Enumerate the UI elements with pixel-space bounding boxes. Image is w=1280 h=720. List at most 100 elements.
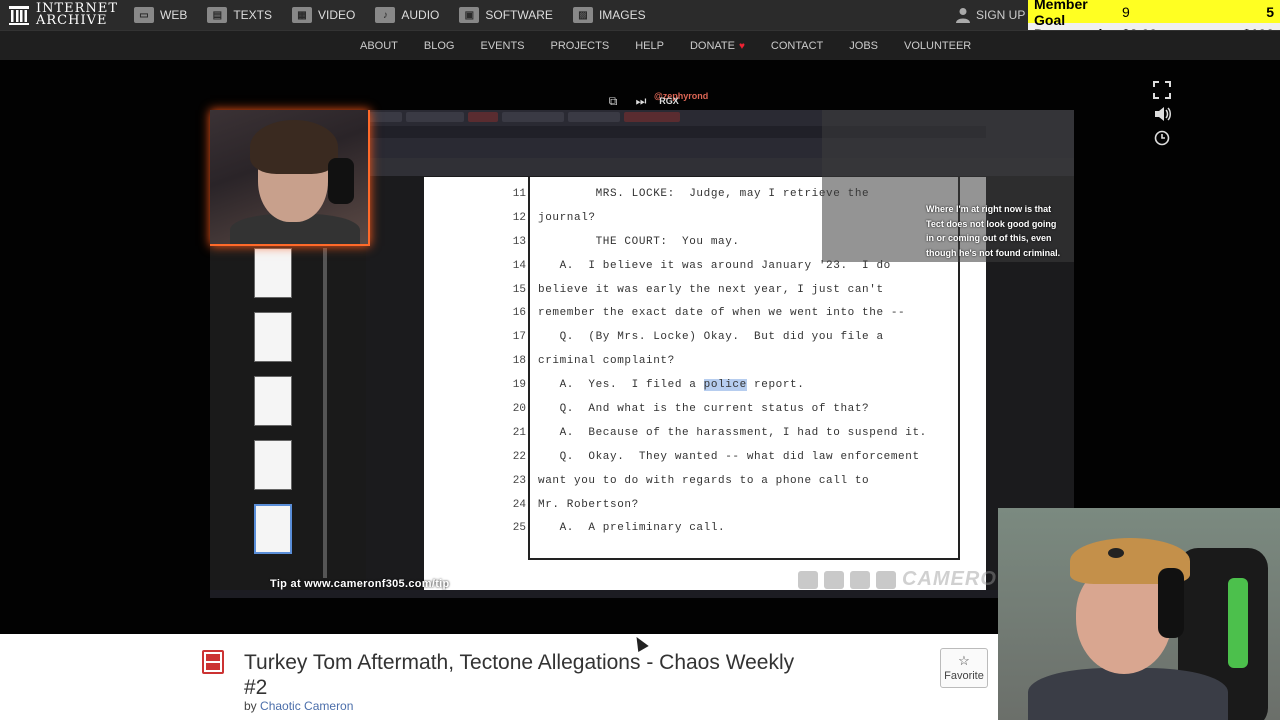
- subnav-jobs[interactable]: JOBS: [849, 40, 878, 52]
- tip-overlay-text: Tip at www.cameronf305.com/tip: [270, 578, 450, 590]
- software-icon: ▣: [459, 7, 480, 23]
- clock-icon[interactable]: [1152, 128, 1172, 148]
- nav-software-label: SOFTWARE: [485, 8, 553, 22]
- clock-glyph: [1154, 130, 1170, 146]
- pdf-thumbnail: [254, 312, 292, 362]
- line-number: 16: [512, 307, 526, 320]
- line-number: 19: [512, 379, 526, 392]
- desktop-taskbar: [210, 590, 998, 598]
- logo-text-line2: ARCHIVE: [36, 13, 108, 28]
- texts-icon: ▤: [207, 7, 228, 23]
- nav-software[interactable]: ▣ SOFTWARE: [459, 7, 553, 23]
- youtube-icon: [798, 570, 818, 589]
- browser-tabs: [366, 112, 684, 126]
- nav-video-label: VIDEO: [318, 8, 356, 22]
- line-number: 11: [512, 187, 526, 200]
- nav-web[interactable]: ▭ WEB: [134, 7, 187, 23]
- creator-link[interactable]: Chaotic Cameron: [260, 699, 353, 713]
- user-icon: [956, 8, 970, 23]
- thumbnail-scrollbar: [323, 248, 327, 578]
- star-icon: ☆: [958, 653, 970, 668]
- line-number: 18: [512, 355, 526, 368]
- line-text: Q. Okay. They wanted -- what did law enf…: [538, 450, 920, 463]
- transcript-line: 20 Q. And what is the current status of …: [498, 397, 978, 421]
- transcript-line: 16 remember the exact date of when we wen…: [498, 301, 978, 325]
- line-number: 23: [512, 474, 526, 487]
- subnav-blog[interactable]: BLOG: [424, 40, 455, 52]
- film-icon: [202, 650, 224, 674]
- line-text: believe it was early the next year, I ju…: [538, 283, 884, 296]
- subnav-volunteer[interactable]: VOLUNTEER: [904, 40, 971, 52]
- internet-archive-logo[interactable]: INTERNET ARCHIVE: [8, 2, 118, 28]
- nav-audio[interactable]: ♪ AUDIO: [375, 7, 439, 23]
- media-types-nav: ▭ WEB ▤ TEXTS ▦ VIDEO ♪ AUDIO ▣ SOFTWARE ▨ IMA…: [134, 7, 666, 23]
- signup-link[interactable]: SIGN UP: [956, 7, 1025, 23]
- member-goal-label: Member Goal: [1034, 0, 1088, 28]
- nav-images-label: IMAGES: [598, 8, 646, 22]
- transcript-line: 22 Q. Okay. They wanted -- what did law …: [498, 445, 978, 469]
- transcript-line: 18 criminal complaint?: [498, 349, 978, 373]
- subnav-events[interactable]: EVENTS: [480, 40, 524, 52]
- browser-tab: [624, 112, 680, 122]
- logo-text: INTERNET ARCHIVE: [36, 2, 118, 28]
- volume-glyph: [1155, 107, 1171, 121]
- nav-texts-label: TEXTS: [233, 8, 273, 22]
- volume-icon[interactable]: [1152, 104, 1172, 124]
- subnav-help[interactable]: HELP: [635, 40, 664, 52]
- player-side-controls: [1152, 80, 1172, 152]
- line-text: MRS. LOCKE: Judge, may I retrieve the: [538, 187, 870, 200]
- subnav-donate[interactable]: DONATE ♥: [690, 40, 745, 52]
- line-number: 24: [512, 498, 526, 511]
- transcript-line: 19 A. Yes. I filed a police report.: [498, 373, 978, 397]
- nav-texts[interactable]: ▤ TEXTS: [207, 7, 272, 23]
- line-text: remember the exact date of when we went …: [538, 307, 906, 320]
- fullscreen-icon[interactable]: [1152, 80, 1172, 100]
- x-icon: [850, 570, 870, 589]
- nav-web-label: WEB: [160, 8, 188, 22]
- headset-icon: [1158, 568, 1184, 638]
- images-icon: ▨: [572, 7, 593, 23]
- line-number: 12: [512, 211, 526, 224]
- nav-video[interactable]: ▦ VIDEO: [292, 7, 355, 23]
- skip-icon[interactable]: ⏭: [632, 94, 650, 108]
- fullscreen-glyph: [1153, 81, 1171, 99]
- subnav-contact[interactable]: CONTACT: [771, 40, 823, 52]
- chat-message: Where I'm at right now is that Tect does…: [926, 204, 1061, 258]
- heart-icon: ♥: [738, 40, 745, 52]
- browser-tab: [468, 112, 498, 122]
- line-text: want you to do with regards to a phone c…: [538, 474, 870, 487]
- line-number: 22: [512, 450, 526, 463]
- favorite-button[interactable]: ☆ Favorite: [940, 648, 988, 688]
- line-text: A. A preliminary call.: [538, 522, 726, 535]
- transcript-line: 15 believe it was early the next year, I …: [498, 278, 978, 302]
- rgx-button[interactable]: RGX: [659, 94, 679, 108]
- video-icon: ▦: [292, 7, 313, 23]
- pdf-thumbnails: [254, 248, 296, 568]
- social-icons: CAMERO: [798, 568, 997, 591]
- web-icon: ▭: [134, 7, 154, 23]
- line-text: THE COURT: You may.: [538, 235, 740, 248]
- pdf-thumbnail: [254, 440, 292, 490]
- line-text: journal?: [538, 211, 596, 224]
- line-text-after: report.: [746, 379, 805, 392]
- twitch-icon: [824, 570, 844, 589]
- nav-images[interactable]: ▨ IMAGES: [572, 7, 646, 23]
- line-number: 14: [512, 259, 526, 272]
- nav-audio-label: AUDIO: [401, 8, 440, 22]
- transcript-line: 24 Mr. Robertson?: [498, 493, 978, 517]
- item-info: Turkey Tom Aftermath, Tectone Allegation…: [0, 634, 998, 720]
- subnav-donate-label: DONATE: [689, 40, 735, 52]
- member-goal-target: 5: [1266, 3, 1274, 20]
- streamer-shirt: [1028, 668, 1228, 720]
- pip-icon[interactable]: ⧉: [604, 94, 622, 108]
- subnav-about[interactable]: ABOUT: [360, 40, 398, 52]
- member-goal-row: Member Goal 9 5: [1028, 0, 1280, 28]
- hat-logo-icon: [1108, 548, 1124, 558]
- transcript-line: 23 want you to do with regards to a phone…: [498, 469, 978, 493]
- browser-tab: [366, 112, 402, 122]
- brand-watermark: CAMERO: [902, 568, 997, 590]
- subnav-projects[interactable]: PROJECTS: [551, 40, 610, 52]
- webcam-figure-hair: [250, 120, 338, 174]
- line-number: 20: [512, 402, 526, 415]
- gaming-chair-accent: [1228, 578, 1248, 668]
